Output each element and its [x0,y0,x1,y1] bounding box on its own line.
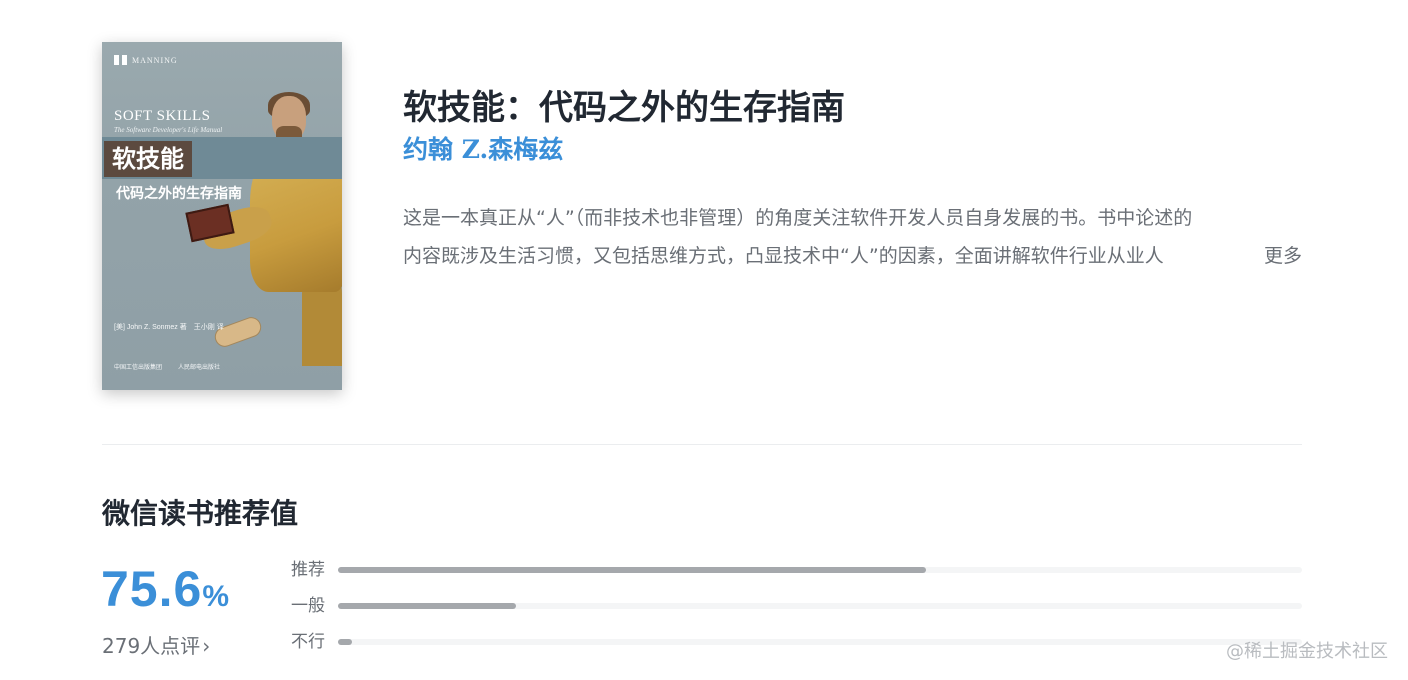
cover-publisher-name: MANNING [132,55,178,65]
rating-row-bad: 不行 [291,630,1302,654]
intro-line-1: 这是一本真正从“人”（而非技术也非管理）的角度关注软件开发人员自身发展的书。书中… [403,207,1193,229]
rating-fill [338,567,927,573]
cover-chinese-subtitle: 代码之外的生存指南 [116,186,242,202]
recommendation-score: 75.6% [101,560,229,618]
intro-line-2: 内容既涉及生活习惯，又包括思维方式，凸显技术中“人”的因素，全面讲解软件行业从业… [403,237,1302,275]
rating-fill [338,603,517,609]
section-divider [102,444,1302,445]
rating-row-average: 一般 [291,594,1302,618]
cover-english-title: SOFT SKILLS [114,108,211,124]
rating-track [338,603,1302,609]
cover-publisher: MANNING [114,55,178,65]
intro-fade [1188,237,1258,275]
author-link[interactable]: 约翰 Z.森梅兹 [403,130,563,166]
book-cover[interactable]: MANNING SOFT SKILLS The Software Develop… [102,42,342,390]
rating-row-recommend: 推荐 [291,558,1302,582]
cover-imprint: 中国工信出版集团 人民邮电出版社 [114,362,220,371]
cover-imprint-right: 人民邮电出版社 [178,365,221,371]
book-intro: 这是一本真正从“人”（而非技术也非管理）的角度关注软件开发人员自身发展的书。书中… [403,199,1302,275]
rating-label: 一般 [291,596,325,616]
score-unit: % [202,580,230,613]
cover-imprint-left: 中国工信出版集团 [114,365,163,371]
watermark: @稀土掘金技术社区 [1226,641,1388,662]
chevron-right-icon: › [202,634,211,658]
cover-english-subtitle: The Software Developer's Life Manual [114,126,223,134]
score-value: 75.6 [101,561,203,617]
rating-label: 推荐 [291,560,325,580]
recommendation-title: 微信读书推荐值 [102,497,299,530]
review-count-label: 279人点评 [102,634,201,658]
rating-label: 不行 [291,632,325,652]
intro-line-2-text: 内容既涉及生活习惯，又包括思维方式，凸显技术中“人”的因素，全面讲解软件行业从业… [403,245,1164,267]
rating-track [338,639,1302,645]
rating-track [338,567,1302,573]
intro-more-button[interactable]: 更多 [1259,237,1302,275]
cover-chinese-title: 软技能 [104,141,192,177]
publisher-logo-icon [114,55,127,65]
review-count-link[interactable]: 279人点评 › [102,630,210,659]
cover-author-line: [美] John Z. Sonmez 著 王小刚 译 [114,324,224,331]
book-title: 软技能：代码之外的生存指南 [403,88,845,128]
rating-fill [338,639,353,645]
